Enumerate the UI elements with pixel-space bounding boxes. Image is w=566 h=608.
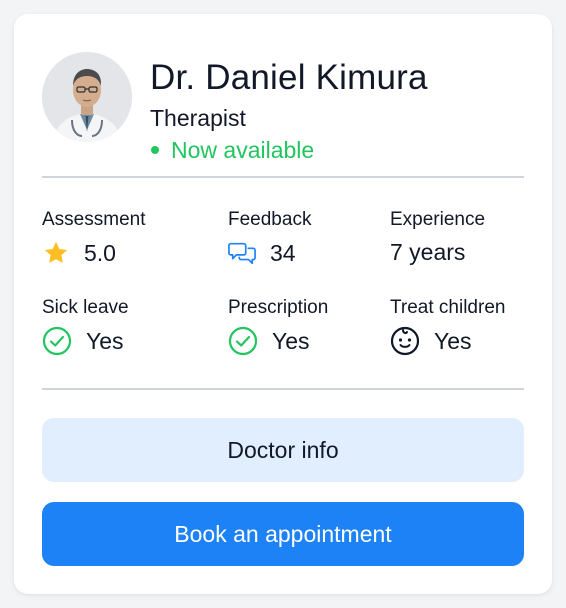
doctor-header: Dr. Daniel Kimura Therapist Now availabl… — [42, 52, 532, 163]
chat-bubbles-icon — [228, 238, 256, 268]
stat-value: Yes — [434, 328, 472, 354]
stat-value-row: 34 — [228, 238, 388, 268]
divider — [42, 388, 524, 390]
divider — [42, 176, 524, 178]
stat-label: Assessment — [42, 209, 146, 230]
stat-value: Yes — [86, 328, 124, 354]
stat-label: Experience — [390, 209, 486, 230]
stat-feedback: Feedback 34 — [228, 208, 388, 268]
stat-value-row: 7 years — [390, 238, 550, 266]
stat-assessment: Assessment 5.0 — [42, 208, 202, 268]
stat-value-row: Yes — [42, 326, 202, 356]
stat-treat-children: Treat children Yes — [390, 296, 540, 356]
stat-value: Yes — [272, 328, 310, 354]
baby-face-icon — [390, 326, 420, 356]
stat-experience: Experience 7 years — [390, 208, 550, 266]
status-dot-icon — [151, 146, 159, 154]
check-circle-icon — [228, 326, 258, 356]
stat-label: Prescription — [228, 297, 329, 318]
availability-status: Now available — [150, 136, 314, 164]
stat-prescription: Prescription Yes — [228, 296, 388, 356]
doctor-card: Dr. Daniel Kimura Therapist Now availabl… — [14, 14, 552, 594]
doctor-name: Dr. Daniel Kimura — [150, 58, 428, 97]
stat-value: 5.0 — [84, 240, 116, 266]
doctor-info-button[interactable]: Doctor info — [42, 418, 524, 482]
stat-label: Feedback — [228, 209, 312, 230]
stat-label: Sick leave — [42, 297, 129, 318]
stat-value-row: 5.0 — [42, 238, 202, 268]
stat-value-row: Yes — [228, 326, 388, 356]
doctor-role: Therapist — [150, 105, 246, 131]
star-icon — [42, 238, 70, 268]
stat-value: 34 — [270, 240, 296, 266]
stat-label: Treat children — [390, 297, 506, 318]
stat-value-row: Yes — [390, 326, 540, 356]
status-text: Now available — [171, 137, 315, 163]
stat-value: 7 years — [390, 239, 466, 265]
check-circle-icon — [42, 326, 72, 356]
book-appointment-button[interactable]: Book an appointment — [42, 502, 524, 566]
avatar — [42, 52, 132, 142]
stat-sick-leave: Sick leave Yes — [42, 296, 202, 356]
